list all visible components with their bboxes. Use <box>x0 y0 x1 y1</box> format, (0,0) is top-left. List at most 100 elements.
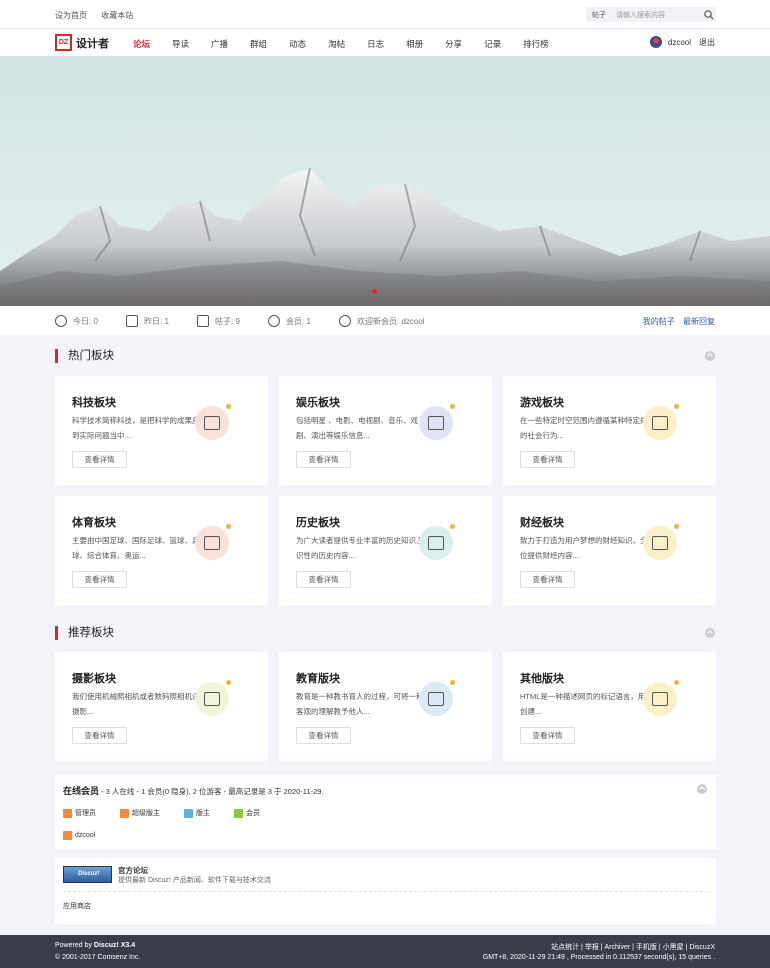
collapse-icon[interactable] <box>697 784 707 794</box>
stat-posts: 帖子: 9 <box>197 315 240 327</box>
card-title[interactable]: 其他版块 <box>520 670 564 686</box>
document-icon <box>419 680 455 716</box>
forum-card[interactable]: 游戏板块 在一些特定时空范围内遵循某种特定规则的社会行为... 查看详情 <box>503 376 716 485</box>
stat-yesterday: 昨日: 1 <box>126 315 169 327</box>
view-details-button[interactable]: 查看详情 <box>72 571 127 588</box>
card-title[interactable]: 摄影板块 <box>72 670 116 686</box>
briefcase-icon <box>419 404 455 440</box>
card-title[interactable]: 历史板块 <box>296 514 340 530</box>
username-link[interactable]: dzcool <box>668 38 691 47</box>
card-title[interactable]: 科技板块 <box>72 394 116 410</box>
top-bar: 设为首页 收藏本站 帖子 请输入搜索内容 <box>0 0 770 28</box>
nav-item[interactable]: 相册 <box>406 38 423 50</box>
view-details-button[interactable]: 查看详情 <box>520 727 575 744</box>
mountain-image <box>0 167 770 306</box>
edit-icon <box>643 524 679 560</box>
nav-item[interactable]: 广播 <box>211 38 228 50</box>
view-details-button[interactable]: 查看详情 <box>520 451 575 468</box>
chat-icon <box>126 315 138 327</box>
app-store-link[interactable]: 应用商店 <box>63 901 91 911</box>
logo-mark: DZ <box>55 34 72 51</box>
footer-time: GMT+8, 2020-11-29 21:49 , Processed in 0… <box>482 954 715 961</box>
divider <box>63 891 708 892</box>
site-logo[interactable]: DZ 设计者 <box>55 34 109 51</box>
stat-today: 今日: 0 <box>55 315 98 327</box>
set-home-link[interactable]: 设为首页 <box>55 11 87 20</box>
forum-card[interactable]: 财经板块 致力于打造为用户梦想的财经知识、全方位提供财经内容... 查看详情 <box>503 496 716 605</box>
search-input[interactable]: 请输入搜索内容 <box>616 10 702 20</box>
card-description: 我们使用机械照相机或者数码照相机进行摄影... <box>72 692 207 716</box>
search-category[interactable]: 帖子 <box>586 10 616 20</box>
powered-link[interactable]: Discuz! X3.4 <box>94 942 135 949</box>
forum-card[interactable]: 历史板块为广大读者提供专业丰富的历史知识,知识性的历史内容... 查看详情 <box>279 496 492 605</box>
card-title[interactable]: 财经板块 <box>520 514 564 530</box>
search-box[interactable]: 帖子 请输入搜索内容 <box>586 7 716 22</box>
document-icon <box>197 315 209 327</box>
latest-reply-link[interactable]: 最新回复 <box>683 317 715 326</box>
forum-card[interactable]: 娱乐板块 包括明星 、电影、电视剧、音乐、戏剧、演出等娱乐信息... 查看详情 <box>279 376 492 485</box>
user-group-icon <box>184 808 193 818</box>
view-details-button[interactable]: 查看详情 <box>520 571 575 588</box>
nav-item[interactable]: 分享 <box>445 38 462 50</box>
user-group-icon <box>63 808 72 818</box>
online-summary: - 3 人在线 - 1 会员(0 隐身), 2 位游客 - 最高记录是 3 于 … <box>99 787 324 796</box>
card-title[interactable]: 体育板块 <box>72 514 116 530</box>
copyright: © 2001-2017 Comsenz Inc. <box>55 954 141 961</box>
logo-text: 设计者 <box>76 37 109 50</box>
nav-item[interactable]: 导读 <box>172 38 189 50</box>
house-icon <box>419 524 455 560</box>
carousel-indicator[interactable] <box>372 289 377 294</box>
stat-welcome: 欢迎新会员: dzcool <box>339 315 425 327</box>
card-title[interactable]: 教育版块 <box>296 670 340 686</box>
stats-bar: 今日: 0 昨日: 1 帖子: 9 会员: 1 欢迎新会员: dzcool 我的… <box>0 306 770 335</box>
notebook-icon <box>195 524 231 560</box>
info-board-icon <box>643 404 679 440</box>
nav-item[interactable]: 记录 <box>484 38 501 50</box>
nav-item[interactable]: 动态 <box>289 38 306 50</box>
user-group-icon <box>234 808 243 818</box>
member-legend: 管理员 超级版主 版主 会员 <box>63 808 284 818</box>
view-details-button[interactable]: 查看详情 <box>296 727 351 744</box>
nav-items: 论坛 导读 广播 群组 动态 淘帖 日志 相册 分享 记录 排行榜 <box>133 38 571 50</box>
collapse-icon[interactable] <box>705 351 715 361</box>
nav-item[interactable]: 排行榜 <box>523 38 549 50</box>
forum-card[interactable]: 体育板块 主要由中国足球、国际足球、篮球、乒乓球、综合体育、奥运... 查看详情 <box>55 496 268 605</box>
footer: Powered by Discuz! X3.4 © 2001-2017 Coms… <box>0 935 770 968</box>
forum-card[interactable]: 科技板块科学技术简称科技，是把科学的成果应用到实际问题当中... 查看详情 <box>55 376 268 485</box>
nav-item[interactable]: 淘帖 <box>328 38 345 50</box>
view-details-button[interactable]: 查看详情 <box>72 727 127 744</box>
nav-item[interactable]: 群组 <box>250 38 267 50</box>
card-description: 科学技术简称科技，是把科学的成果应用到实际问题当中... <box>72 416 207 440</box>
user-group-icon <box>120 808 129 818</box>
forum-card[interactable]: 摄影板块我们使用机械照相机或者数码照相机进行摄影... 查看详情 <box>55 652 268 761</box>
footer-links[interactable]: 站点统计 | 举报 | Archiver | 手机版 | 小黑屋 | Discu… <box>551 942 715 952</box>
nav-item[interactable]: 论坛 <box>133 38 150 50</box>
my-posts-link[interactable]: 我的帖子 <box>643 317 675 326</box>
online-title[interactable]: 在线会员 <box>63 786 99 796</box>
online-member[interactable]: dzcool <box>63 831 95 840</box>
nav-item[interactable]: 日志 <box>367 38 384 50</box>
banner-carousel[interactable] <box>0 56 770 306</box>
view-details-button[interactable]: 查看详情 <box>296 571 351 588</box>
friend-link-desc: 提供最新 Discuz! 产品新闻、软件下载与技术交流 <box>118 877 271 884</box>
legend-item: 版主 <box>184 808 222 818</box>
stat-members: 会员: 1 <box>268 315 311 327</box>
avatar[interactable] <box>649 36 662 48</box>
logout-link[interactable]: 退出 <box>699 37 715 48</box>
collapse-icon[interactable] <box>705 628 715 638</box>
card-description: 为广大读者提供专业丰富的历史知识,知识性的历史内容... <box>296 536 426 560</box>
card-title[interactable]: 游戏板块 <box>520 394 564 410</box>
bookmark-link[interactable]: 收藏本站 <box>101 11 133 20</box>
forum-card[interactable]: 教育版块 教育是一种教书育人的过程，可将一种最客观的理解教予他人... 查看详情 <box>279 652 492 761</box>
camera-icon <box>195 680 231 716</box>
powered-by: Powered by Discuz! X3.4 <box>55 942 136 949</box>
view-details-button[interactable]: 查看详情 <box>296 451 351 468</box>
legend-item: 会员 <box>234 808 272 818</box>
card-title[interactable]: 娱乐板块 <box>296 394 340 410</box>
discuz-badge[interactable]: Discuz! <box>63 866 112 883</box>
member-name[interactable]: dzcool <box>75 832 95 839</box>
forum-card[interactable]: 其他版块 HTML是一种描述网页的标记语言，用于创建... 查看详情 <box>503 652 716 761</box>
section-title-recommend: 推荐板块 <box>55 626 114 640</box>
search-icon[interactable] <box>702 8 716 22</box>
view-details-button[interactable]: 查看详情 <box>72 451 127 468</box>
